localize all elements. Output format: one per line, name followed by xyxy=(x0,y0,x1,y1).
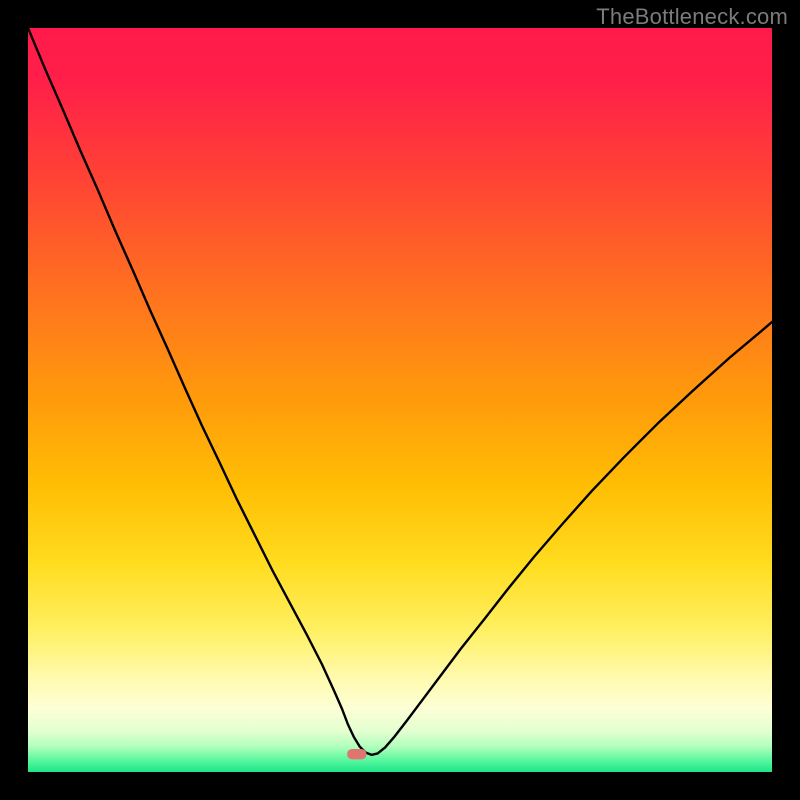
plot-area xyxy=(28,28,772,772)
optimal-marker xyxy=(347,749,366,759)
chart-frame: TheBottleneck.com xyxy=(0,0,800,800)
watermark-text: TheBottleneck.com xyxy=(596,4,788,30)
gradient-background xyxy=(28,28,772,772)
bottleneck-chart xyxy=(28,28,772,772)
